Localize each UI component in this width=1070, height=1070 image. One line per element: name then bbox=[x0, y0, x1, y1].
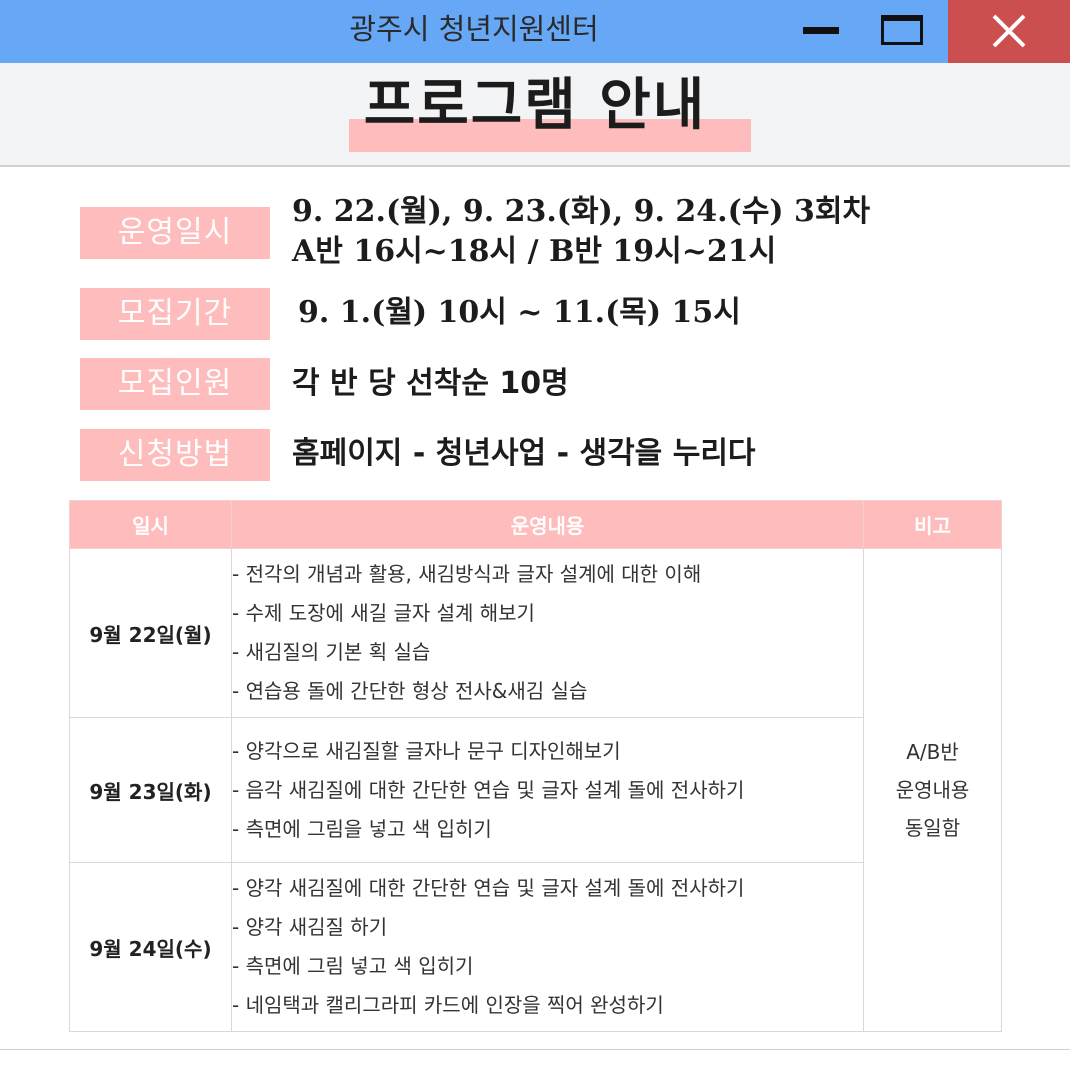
content-item: - 음각 새김질에 대한 간단한 연습 및 글자 설계 돌에 전사하기 bbox=[232, 777, 745, 802]
info-label-period: 모집기간 bbox=[80, 288, 270, 340]
bottom-divider bbox=[0, 1049, 1070, 1050]
date-cell: 9월 23일(화) bbox=[69, 717, 232, 863]
content-item: - 양각 새김질 하기 bbox=[232, 915, 388, 939]
column-header-date: 일시 bbox=[69, 500, 232, 549]
content-cell: - 양각 새김질에 대한 간단한 연습 및 글자 설계 돌에 전사하기 - 양각… bbox=[231, 862, 864, 1032]
content-cell: - 전각의 개념과 활용, 새김방식과 글자 설계에 대한 이해 - 수제 도장… bbox=[231, 548, 864, 718]
note-line: 운영내용 bbox=[895, 778, 970, 802]
close-button[interactable] bbox=[948, 0, 1070, 63]
content-item: - 네임택과 캘리그라피 카드에 인장을 찍어 완성하기 bbox=[232, 993, 664, 1017]
info-value-period: 9. 1.(월) 10시 ~ 11.(목) 15시 bbox=[298, 295, 741, 330]
info-value-schedule-line2: A반 16시~18시 / B반 19시~21시 bbox=[292, 234, 777, 269]
content-item: - 전각의 개념과 활용, 새김방식과 글자 설계에 대한 이해 bbox=[232, 562, 702, 586]
info-value-schedule-line1: 9. 22.(월), 9. 23.(화), 9. 24.(수) 3회차 bbox=[292, 194, 871, 229]
column-header-note: 비고 bbox=[863, 500, 1002, 549]
table-row: 9월 23일(화) - 양각으로 새김질할 글자나 문구 디자인해보기 - 음각… bbox=[69, 717, 1002, 863]
table-row: 9월 22일(월) - 전각의 개념과 활용, 새김방식과 글자 설계에 대한 … bbox=[69, 548, 1002, 1032]
page-heading: 프로그램 안내 bbox=[363, 72, 707, 138]
info-value-capacity: 각 반 당 선착순 10명 bbox=[292, 366, 569, 401]
content-item: - 수제 도장에 새길 글자 설계 해보기 bbox=[232, 601, 535, 625]
content-item: - 측면에 그림을 넣고 색 입히기 bbox=[232, 816, 492, 841]
table-header-row: 일시 운영내용 비고 bbox=[69, 500, 1002, 549]
content-item: - 연습용 돌에 간단한 형상 전사&새김 실습 bbox=[232, 679, 588, 703]
note-cell: A/B반 운영내용 동일함 bbox=[863, 548, 1002, 1032]
schedule-table: 일시 운영내용 비고 9월 22일(월) - 전각의 개념과 활용, 새김방식과… bbox=[69, 500, 1002, 1032]
note-line: A/B반 bbox=[906, 740, 959, 764]
content-item: - 양각 새김질에 대한 간단한 연습 및 글자 설계 돌에 전사하기 bbox=[232, 876, 745, 900]
content-item: - 측면에 그림 넣고 색 입히기 bbox=[232, 954, 474, 978]
info-label-capacity: 모집인원 bbox=[80, 358, 270, 410]
maximize-icon bbox=[881, 15, 923, 45]
minimize-button[interactable] bbox=[790, 0, 850, 63]
content-item: - 양각으로 새김질할 글자나 문구 디자인해보기 bbox=[232, 738, 621, 763]
note-line: 동일함 bbox=[904, 816, 961, 840]
title-bar[interactable]: 광주시 청년지원센터 bbox=[0, 0, 1070, 63]
date-cell: 9월 24일(수) bbox=[69, 862, 232, 1032]
info-label-schedule: 운영일시 bbox=[80, 207, 270, 259]
maximize-button[interactable] bbox=[868, 0, 936, 63]
close-icon bbox=[992, 14, 1026, 48]
content-item: - 새김질의 기본 획 실습 bbox=[232, 640, 431, 664]
content-cell: - 양각으로 새김질할 글자나 문구 디자인해보기 - 음각 새김질에 대한 간… bbox=[231, 717, 864, 863]
date-cell: 9월 22일(월) bbox=[69, 548, 232, 718]
info-value-method: 홈페이지 - 청년사업 - 생각을 누리다 bbox=[292, 436, 756, 471]
minimize-icon bbox=[803, 27, 839, 34]
info-label-method: 신청방법 bbox=[80, 429, 270, 481]
column-header-content: 운영내용 bbox=[231, 500, 864, 549]
table-row: 9월 24일(수) - 양각 새김질에 대한 간단한 연습 및 글자 설계 돌에… bbox=[69, 862, 1002, 1032]
